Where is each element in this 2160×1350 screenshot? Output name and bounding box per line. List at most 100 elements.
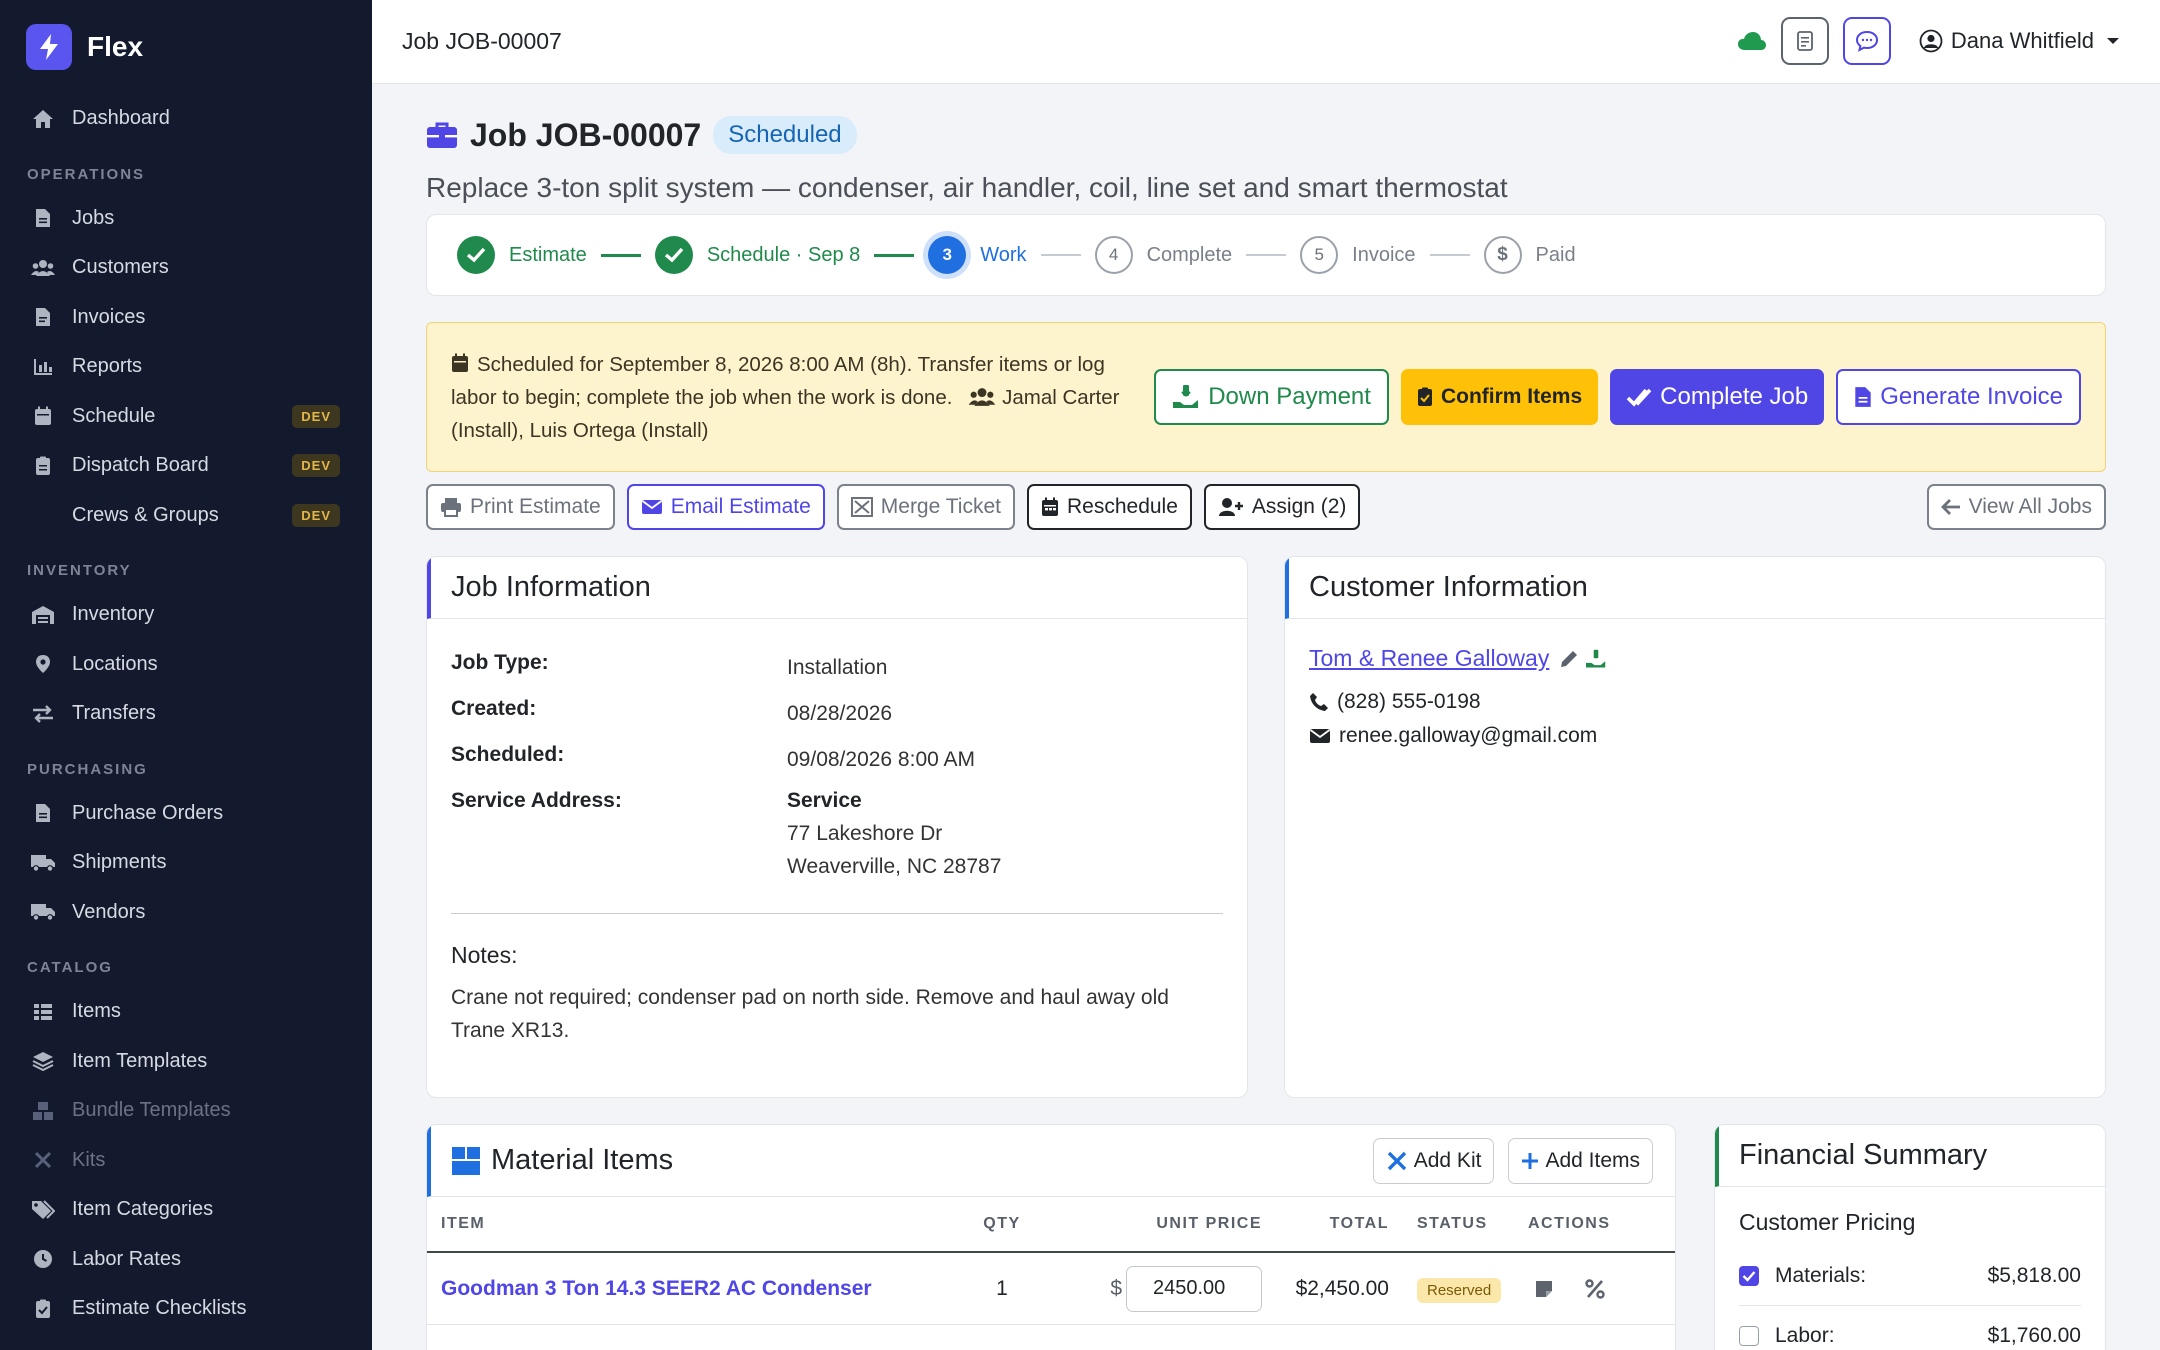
- schedule-alert: Scheduled for September 8, 2026 8:00 AM …: [426, 322, 2106, 472]
- generate-invoice-button[interactable]: Generate Invoice: [1836, 369, 2081, 425]
- hand-money-icon[interactable]: [1585, 649, 1607, 669]
- button-label: Print Estimate: [470, 495, 601, 518]
- step-label: Invoice: [1352, 243, 1416, 266]
- labor-label: Labor:: [1775, 1324, 1835, 1347]
- add-kit-button[interactable]: Add Kit: [1372, 1137, 1495, 1184]
- section-purchasing: PURCHASING: [27, 760, 148, 778]
- chat-button[interactable]: [1842, 17, 1891, 65]
- sidebar-item-label: Vendors: [72, 900, 146, 923]
- assign-button[interactable]: Assign (2): [1203, 484, 1361, 530]
- truck-icon: [30, 899, 56, 925]
- clipboard-icon: [30, 453, 56, 479]
- calendar-icon: [452, 353, 468, 372]
- sidebar-item-locations[interactable]: Locations: [0, 640, 372, 690]
- customer-name-link[interactable]: Tom & Renee Galloway: [1309, 645, 1549, 672]
- percent-icon[interactable]: [1584, 1278, 1606, 1300]
- step-work[interactable]: 3 Work: [928, 236, 1027, 274]
- item-qty: 1: [996, 1276, 1008, 1300]
- bolt-icon: [26, 24, 72, 70]
- materials-checkbox[interactable]: [1739, 1265, 1759, 1286]
- table-row-partial: [427, 1325, 1675, 1350]
- sidebar-item-dashboard[interactable]: Dashboard: [0, 94, 372, 144]
- hand-money-icon: [1173, 385, 1199, 408]
- sidebar-item-estimate-checklists[interactable]: Estimate Checklists: [0, 1284, 372, 1334]
- add-items-button[interactable]: Add Items: [1508, 1137, 1653, 1184]
- table-header: ITEM QTY UNIT PRICE TOTAL STATUS ACTIONS: [427, 1197, 1675, 1253]
- customer-email[interactable]: renee.galloway@gmail.com: [1339, 724, 1597, 748]
- box-icon: [452, 1146, 480, 1175]
- sidebar-item-item-categories[interactable]: Item Categories: [0, 1185, 372, 1235]
- sidebar-item-crews-groups[interactable]: Crews & Groups DEV: [0, 491, 372, 541]
- view-all-jobs-button[interactable]: View All Jobs: [1926, 484, 2106, 530]
- sidebar-item-item-templates[interactable]: Item Templates: [0, 1037, 372, 1087]
- sidebar-item-labor-rates[interactable]: Labor Rates: [0, 1235, 372, 1285]
- button-label: Add Kit: [1413, 1148, 1482, 1172]
- step-number: 3: [928, 236, 967, 274]
- sidebar-item-shipments[interactable]: Shipments: [0, 838, 372, 888]
- service-address: Service 77 Lakeshore Dr Weaverville, NC …: [787, 784, 1001, 883]
- user-circle-icon: [1919, 29, 1943, 53]
- sidebar-item-jobs[interactable]: Jobs: [0, 194, 372, 244]
- sidebar-item-transfers[interactable]: Transfers: [0, 689, 372, 739]
- sidebar-item-vendors[interactable]: Vendors: [0, 888, 372, 938]
- sidebar-item-purchase-orders[interactable]: Purchase Orders: [0, 789, 372, 839]
- step-label: Estimate: [509, 243, 587, 266]
- email-estimate-button[interactable]: Email Estimate: [626, 484, 825, 530]
- sidebar-item-reports[interactable]: Reports: [0, 342, 372, 392]
- sidebar-item-invoices[interactable]: Invoices: [0, 293, 372, 343]
- merge-ticket-button[interactable]: Merge Ticket: [836, 484, 1015, 530]
- sidebar-item-kits[interactable]: Kits: [0, 1136, 372, 1186]
- cloud-sync-icon[interactable]: [1737, 31, 1767, 51]
- pencil-icon[interactable]: [1559, 649, 1579, 669]
- customer-phone[interactable]: (828) 555-0198: [1337, 690, 1481, 714]
- users-icon: [968, 387, 996, 406]
- job-description: Replace 3-ton split system — condenser, …: [426, 172, 1508, 203]
- step-schedule[interactable]: Schedule · Sep 8: [654, 236, 860, 274]
- reschedule-button[interactable]: Reschedule: [1026, 484, 1192, 530]
- check-icon: [457, 236, 495, 274]
- print-estimate-button[interactable]: Print Estimate: [426, 484, 615, 530]
- unit-price-input[interactable]: 2450.00: [1126, 1265, 1262, 1312]
- brand[interactable]: Flex: [0, 0, 372, 94]
- sidebar-item-label: Dashboard: [72, 107, 170, 130]
- sidebar-item-schedule[interactable]: Schedule DEV: [0, 392, 372, 442]
- invoice-icon: [30, 304, 56, 330]
- double-check-icon: [1626, 388, 1652, 407]
- sidebar-item-label: Labor Rates: [72, 1247, 181, 1270]
- step-invoice[interactable]: 5 Invoice: [1300, 236, 1416, 274]
- notes-button[interactable]: [1780, 17, 1829, 65]
- service-address-label: Service Address:: [451, 789, 622, 812]
- sidebar-item-inventory[interactable]: Inventory: [0, 590, 372, 640]
- tools-icon: [1387, 1151, 1406, 1170]
- item-link[interactable]: Goodman 3 Ton 14.3 SEER2 AC Condenser: [427, 1277, 972, 1301]
- labor-row: Labor: $1,760.00: [1739, 1306, 2081, 1350]
- complete-job-button[interactable]: Complete Job: [1610, 369, 1825, 425]
- sidebar-item-bundle-templates[interactable]: Bundle Templates: [0, 1086, 372, 1136]
- user-menu[interactable]: Dana Whitfield: [1919, 28, 2120, 54]
- step-paid[interactable]: $ Paid: [1483, 236, 1576, 274]
- step-estimate[interactable]: Estimate: [457, 236, 587, 274]
- step-complete[interactable]: 4 Complete: [1094, 236, 1232, 274]
- sidebar-item-label: Customers: [72, 256, 169, 279]
- envelope-icon: [641, 500, 662, 514]
- confirm-items-button[interactable]: Confirm Items: [1400, 369, 1599, 425]
- col-actions: ACTIONS: [1528, 1215, 1611, 1232]
- sidebar-item-customers[interactable]: Customers: [0, 243, 372, 293]
- job-type-label: Job Type:: [451, 651, 549, 674]
- sidebar-item-label: Dispatch Board: [72, 454, 209, 477]
- main-content: Job JOB-00007 Scheduled Replace 3-ton sp…: [426, 84, 2106, 1350]
- sidebar-item-dispatch-board[interactable]: Dispatch Board DEV: [0, 441, 372, 491]
- down-payment-button[interactable]: Down Payment: [1154, 369, 1389, 425]
- sidebar-item-items[interactable]: Items: [0, 987, 372, 1037]
- sidebar-item-label: Inventory: [72, 603, 155, 626]
- users-icon: [30, 255, 56, 281]
- materials-value: $5,818.00: [1987, 1263, 2081, 1287]
- step-label: Paid: [1535, 243, 1576, 266]
- check-icon: [654, 236, 693, 274]
- labor-checkbox[interactable]: [1739, 1326, 1759, 1346]
- note-icon[interactable]: [1534, 1279, 1554, 1299]
- notes-text: Crane not required; condenser pad on nor…: [451, 986, 1169, 1042]
- alert-text: Scheduled for September 8, 2026 8:00 AM …: [451, 348, 1141, 447]
- dev-badge: DEV: [292, 454, 340, 477]
- dev-badge: DEV: [292, 404, 340, 428]
